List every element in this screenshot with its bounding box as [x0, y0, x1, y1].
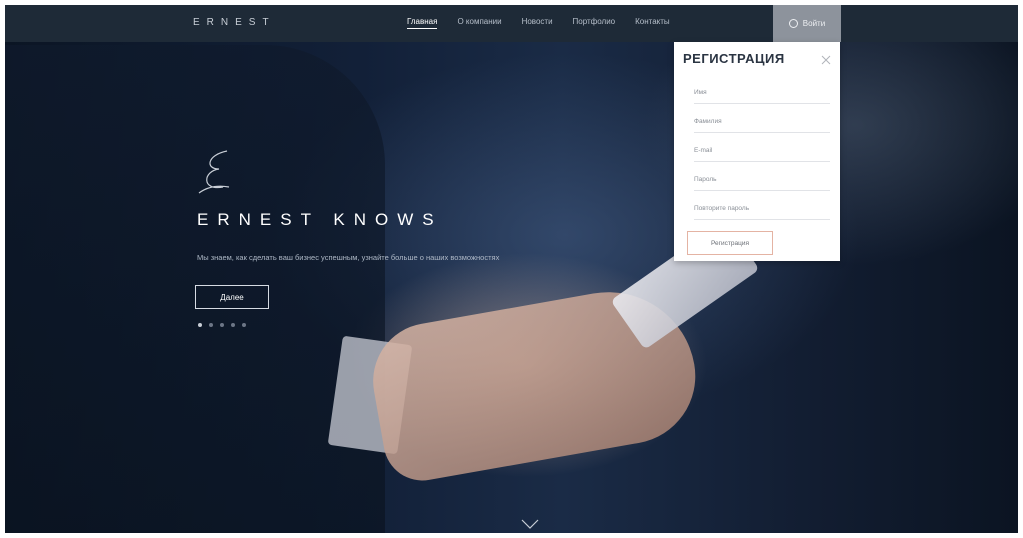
browser-viewport: ERNEST Главная О компании Новости Портфо…	[5, 5, 1018, 533]
main-nav: Главная О компании Новости Портфолио Кон…	[407, 17, 670, 29]
scroll-down-icon[interactable]	[520, 518, 540, 530]
registration-title: РЕГИСТРАЦИЯ	[683, 51, 785, 66]
top-navbar: ERNEST Главная О компании Новости Портфо…	[5, 5, 1018, 42]
hero-more-button[interactable]: Далее	[195, 285, 269, 309]
email-field[interactable]	[694, 140, 830, 162]
hero-text: Мы знаем, как сделать ваш бизнес успешны…	[197, 253, 500, 262]
register-button[interactable]: Регистрация	[687, 231, 773, 255]
slider-dot[interactable]	[242, 323, 246, 327]
nav-item-news[interactable]: Новости	[522, 17, 553, 29]
slider-dot[interactable]	[198, 323, 202, 327]
close-icon[interactable]	[821, 55, 831, 65]
signin-label: Войти	[802, 19, 826, 28]
last-name-field[interactable]	[694, 111, 830, 133]
registration-panel: РЕГИСТРАЦИЯ Регистрация	[674, 42, 840, 261]
nav-item-portfolio[interactable]: Портфолио	[573, 17, 616, 29]
slider-dot[interactable]	[209, 323, 213, 327]
user-icon	[788, 19, 798, 28]
first-name-field[interactable]	[694, 82, 830, 104]
slider-dots	[198, 323, 246, 327]
site-logo[interactable]: ERNEST	[193, 17, 276, 28]
repeat-password-field[interactable]	[694, 198, 830, 220]
nav-item-contacts[interactable]: Контакты	[635, 17, 670, 29]
nav-item-about[interactable]: О компании	[457, 17, 501, 29]
hero-background	[5, 5, 1018, 533]
hero-title: ERNEST KNOWS	[197, 210, 443, 229]
password-field[interactable]	[694, 169, 830, 191]
nav-item-home[interactable]: Главная	[407, 17, 438, 29]
slider-dot[interactable]	[231, 323, 235, 327]
signature-icon	[198, 150, 230, 194]
signin-button[interactable]: Войти	[773, 5, 841, 42]
slider-dot[interactable]	[220, 323, 224, 327]
